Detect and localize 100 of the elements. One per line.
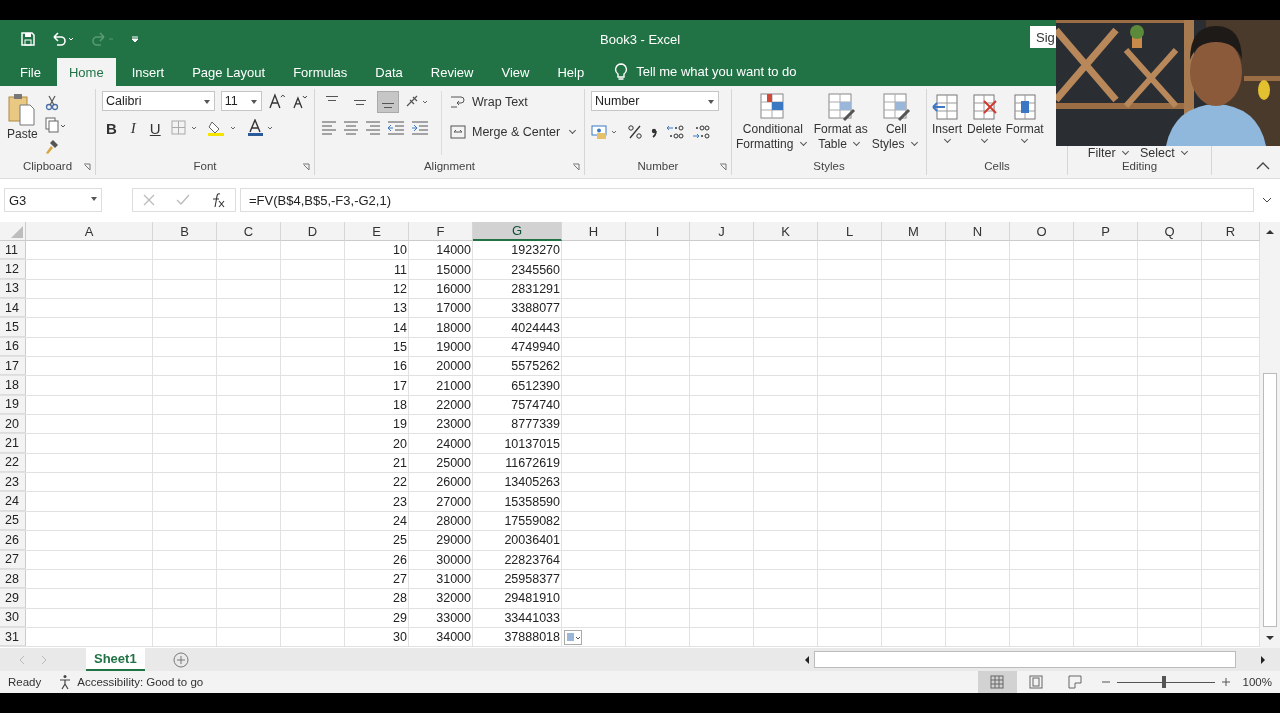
column-header[interactable]: Q xyxy=(1138,222,1202,241)
column-header[interactable]: N xyxy=(946,222,1010,241)
increase-decimal-icon[interactable] xyxy=(665,123,685,141)
row-header[interactable]: 15 xyxy=(0,318,26,337)
styles-button[interactable]: Conditional Formatting xyxy=(735,92,811,152)
percent-icon[interactable] xyxy=(627,124,643,140)
increase-indent-icon[interactable] xyxy=(411,121,429,135)
save-icon[interactable] xyxy=(20,31,36,47)
editing-button[interactable]: Filter xyxy=(1087,146,1132,160)
ribbon-tab[interactable]: Formulas xyxy=(281,58,360,86)
ribbon-tab[interactable]: Review xyxy=(418,58,486,86)
decrease-decimal-icon[interactable] xyxy=(691,123,711,141)
row-header[interactable]: 20 xyxy=(0,415,26,434)
accessibility-status[interactable]: Accessibility: Good to go xyxy=(77,676,204,688)
paste-options-icon[interactable] xyxy=(564,629,582,645)
vertical-scrollbar[interactable] xyxy=(1263,373,1277,627)
row-header[interactable]: 26 xyxy=(0,531,26,550)
styles-button[interactable]: Format as Table xyxy=(812,92,869,152)
column-header[interactable]: E xyxy=(345,222,409,241)
tell-me-search[interactable]: Tell me what you want to do xyxy=(636,58,797,86)
column-header[interactable]: O xyxy=(1010,222,1074,241)
ribbon-tab[interactable]: Insert xyxy=(119,58,177,86)
row-header[interactable]: 12 xyxy=(0,260,26,279)
row-header[interactable]: 31 xyxy=(0,627,26,647)
column-header[interactable]: B xyxy=(153,222,217,241)
row-header[interactable]: 18 xyxy=(0,376,26,395)
name-box[interactable]: G3 xyxy=(4,188,102,212)
ribbon-tab[interactable]: Home xyxy=(56,58,116,86)
bold-button[interactable]: B xyxy=(102,119,121,137)
merge-center-button[interactable]: Merge & Center xyxy=(448,121,582,143)
collapse-ribbon-icon[interactable] xyxy=(1256,162,1270,170)
row-header[interactable]: 13 xyxy=(0,279,26,299)
dialog-launcher-icon[interactable] xyxy=(719,163,727,171)
row-header[interactable]: 14 xyxy=(0,299,26,318)
dialog-launcher-icon[interactable] xyxy=(302,163,310,171)
ribbon-tab[interactable]: Data xyxy=(363,58,415,86)
dialog-launcher-icon[interactable] xyxy=(572,163,580,171)
cells-button[interactable]: Insert xyxy=(930,92,964,145)
add-sheet-icon[interactable] xyxy=(172,651,189,668)
row-header[interactable]: 28 xyxy=(0,569,26,589)
align-left-icon[interactable] xyxy=(321,121,337,135)
copy-icon[interactable] xyxy=(44,117,67,133)
wrap-text-button[interactable]: Wrap Text xyxy=(448,91,582,113)
italic-button[interactable]: I xyxy=(126,119,140,137)
vertical-align-button[interactable] xyxy=(377,91,399,113)
row-header[interactable]: 24 xyxy=(0,492,26,511)
row-header[interactable]: 22 xyxy=(0,453,26,473)
column-header[interactable]: M xyxy=(882,222,946,241)
font-size-field[interactable]: 11 xyxy=(220,91,263,111)
column-header[interactable]: A xyxy=(26,222,153,241)
expand-icon[interactable] xyxy=(1262,197,1272,203)
align-right-icon[interactable] xyxy=(365,121,381,135)
number-format-field[interactable]: Number xyxy=(591,91,719,111)
row-header[interactable]: 23 xyxy=(0,473,26,492)
sign-in-button[interactable]: Sig xyxy=(1030,26,1056,48)
underline-button[interactable]: U xyxy=(145,119,165,137)
row-header[interactable]: 11 xyxy=(0,241,26,260)
zoom-in-button[interactable] xyxy=(1220,677,1231,687)
column-header[interactable]: H xyxy=(562,222,626,241)
column-header[interactable]: P xyxy=(1074,222,1138,241)
shrink-font-icon[interactable] xyxy=(292,93,308,109)
row-header[interactable]: 27 xyxy=(0,550,26,569)
paste-button[interactable]: Paste xyxy=(6,91,39,155)
check-icon[interactable] xyxy=(176,194,190,206)
column-header[interactable]: J xyxy=(690,222,754,241)
styles-button[interactable]: Cell Styles xyxy=(870,92,922,152)
column-header[interactable]: I xyxy=(626,222,690,241)
row-header[interactable]: 30 xyxy=(0,608,26,627)
column-header[interactable]: C xyxy=(217,222,281,241)
column-header[interactable]: L xyxy=(818,222,882,241)
editing-button[interactable]: Select xyxy=(1140,146,1192,160)
sheet-tab[interactable]: Sheet1 xyxy=(86,648,145,671)
cells-button[interactable]: Format xyxy=(1004,92,1045,145)
row-header[interactable]: 25 xyxy=(0,511,26,531)
cut-icon[interactable] xyxy=(44,95,59,111)
row-header[interactable]: 19 xyxy=(0,395,26,415)
column-header[interactable]: D xyxy=(281,222,345,241)
ribbon-tab[interactable]: Page Layout xyxy=(180,58,278,86)
row-header[interactable]: 17 xyxy=(0,357,26,376)
undo-icon[interactable] xyxy=(50,31,76,47)
insert-function-icon[interactable] xyxy=(210,192,225,208)
column-header[interactable]: K xyxy=(754,222,818,241)
row-header[interactable]: 16 xyxy=(0,337,26,357)
dialog-launcher-icon[interactable] xyxy=(83,163,91,171)
grow-font-icon[interactable] xyxy=(268,93,287,109)
formula-field[interactable]: =FV(B$4,B$5,-F3,-G2,1) xyxy=(240,188,1254,212)
row-header[interactable]: 21 xyxy=(0,434,26,453)
format-painter-icon[interactable] xyxy=(44,139,59,155)
cells-button[interactable]: Delete xyxy=(966,92,1003,145)
decrease-indent-icon[interactable] xyxy=(387,121,405,135)
ribbon-tab[interactable]: Help xyxy=(545,58,597,86)
align-center-icon[interactable] xyxy=(343,121,359,135)
font-name-field[interactable]: Calibri xyxy=(102,91,215,111)
column-header[interactable]: G xyxy=(473,222,562,241)
zoom-level[interactable]: 100% xyxy=(1242,676,1272,688)
row-header[interactable]: 29 xyxy=(0,589,26,608)
ribbon-tab[interactable]: File xyxy=(8,58,53,86)
ribbon-tab[interactable]: View xyxy=(489,58,542,86)
view-button[interactable] xyxy=(977,671,1017,693)
horizontal-scrollbar[interactable] xyxy=(814,651,1237,668)
